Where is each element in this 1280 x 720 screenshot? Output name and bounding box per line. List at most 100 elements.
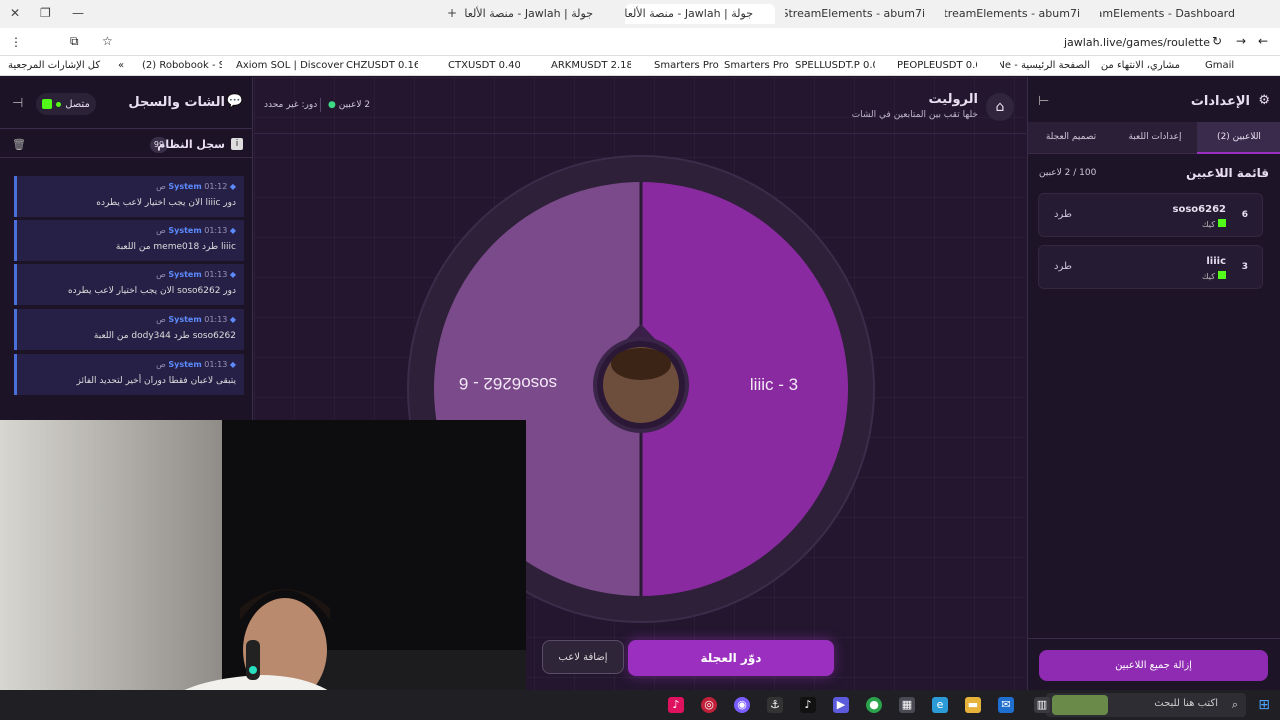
browser-tab-bar: ✕ ❐ — + StreamElements - Dashboard Strea… xyxy=(0,0,1280,28)
tab-streamelements-2[interactable]: StreamElements - abum7i xyxy=(785,4,925,24)
collapse-settings-icon[interactable]: ⊢ xyxy=(1038,94,1049,109)
chat-title: الشات والسجل xyxy=(128,95,225,110)
messenger-icon[interactable]: ◉ xyxy=(734,697,750,713)
message-text: دور liiic الان يجب اختيار لاعب يطرده xyxy=(96,198,236,208)
spin-wheel-button[interactable]: دوّر العجلة xyxy=(628,640,834,676)
players-badge-text: 2 لاعبين xyxy=(338,100,371,110)
webcam-feed-image xyxy=(0,420,526,720)
bookmark-item[interactable]: ARKMUSDT 2.1884... xyxy=(551,59,631,73)
app-icon[interactable]: ▶ xyxy=(833,697,849,713)
remove-all-players-button[interactable]: إزالة جميع اللاعبين xyxy=(1039,650,1268,681)
menu-icon[interactable]: ⋮ xyxy=(10,35,22,49)
taskbar-search[interactable]: ⌕ اكتب هنا للبحث xyxy=(1046,693,1246,717)
collapse-panel-icon[interactable]: ⊣ xyxy=(12,96,23,111)
platform-label: كيك xyxy=(1202,220,1215,229)
bookmark-item[interactable]: الصفحة الرئيسية - Ne... xyxy=(1000,59,1090,73)
file-explorer-icon[interactable]: ▬ xyxy=(965,697,981,713)
tab-streamelements-dashboard[interactable]: StreamElements - Dashboard xyxy=(1100,4,1235,24)
task-view-icon[interactable]: ▥ xyxy=(1034,697,1050,713)
tab-streamelements-1[interactable]: StreamElements - abum7i xyxy=(945,4,1080,24)
bookmark-item[interactable]: Smarters Pro xyxy=(654,59,719,73)
kick-player-button[interactable]: طرد xyxy=(1054,209,1072,220)
message-sender: System xyxy=(168,270,202,279)
extensions-icon[interactable]: ⧉ xyxy=(70,34,79,49)
close-window-icon[interactable]: ✕ xyxy=(10,6,20,20)
players-count: 100 / 2 لاعبين xyxy=(1039,168,1097,178)
tab-label: StreamElements - abum7i xyxy=(785,7,925,20)
tab-jawlah[interactable]: جولة | Jawlah - منصة الألعاب الت xyxy=(465,4,615,24)
divider xyxy=(320,98,321,112)
bookmark-item[interactable]: مشاري، الانتهاء من إع... xyxy=(1100,59,1180,73)
kick-icon xyxy=(42,99,53,109)
tiktok-live-icon[interactable]: ♪ xyxy=(668,697,684,713)
divider xyxy=(1027,638,1280,639)
store-icon[interactable]: ▦ xyxy=(899,697,915,713)
chevron-left-icon[interactable]: « xyxy=(118,59,124,73)
outlook-icon[interactable]: ✉ xyxy=(998,697,1014,713)
bookmark-item[interactable]: Gmail xyxy=(1205,59,1234,73)
platform-label: كيك xyxy=(1202,272,1215,281)
chrome-icon[interactable]: ● xyxy=(866,697,882,713)
bookmark-item[interactable]: PEOPLEUSDT 0.035... xyxy=(897,59,977,73)
anchor-icon[interactable]: ⚓ xyxy=(767,697,783,713)
bookmark-item[interactable]: CHZUSDT 0.16062... xyxy=(346,59,418,73)
gear-icon: ⚙ xyxy=(1258,93,1270,108)
connection-status-badge: متصل xyxy=(36,93,96,115)
forward-icon[interactable]: → xyxy=(1236,34,1246,48)
bookmark-item[interactable]: SPELLUSDT.P 0.0011... xyxy=(795,59,875,73)
player-platform: كيك xyxy=(1202,271,1226,281)
message-sender: System xyxy=(168,182,202,191)
log-header: 🗑 99 سجل النظام i xyxy=(0,132,253,158)
bookmark-item[interactable]: كل الإشارات المرجعية xyxy=(8,59,100,73)
minimize-window-icon[interactable]: — xyxy=(72,6,84,20)
edge-icon[interactable]: e xyxy=(932,697,948,713)
message-text: soso6262 طرد dody344 من اللعبة xyxy=(93,331,236,341)
log-message: ◆ System 01:13 ص liiic طرد meme018 من ال… xyxy=(14,220,244,261)
game-subtitle: خلها تقب بين المتابعين في الشات xyxy=(851,110,978,120)
reload-icon[interactable]: ↻ xyxy=(1212,34,1222,48)
message-sender: System xyxy=(168,315,202,324)
tiktok-icon[interactable]: ♪ xyxy=(800,697,816,713)
message-sender: System xyxy=(168,360,202,369)
player-rank: 6 xyxy=(1241,210,1248,220)
bookmark-star-icon[interactable]: ☆ xyxy=(102,34,113,48)
tab-label: جولة | Jawlah - منصة الألعاب الت xyxy=(625,7,753,20)
bookmark-item[interactable]: Smarters Pro xyxy=(724,59,789,73)
search-highlight-image xyxy=(1052,695,1108,715)
info-icon: i xyxy=(231,138,243,150)
back-icon[interactable]: ← xyxy=(1258,34,1268,48)
trash-icon[interactable]: 🗑 xyxy=(12,138,26,151)
url-text[interactable]: jawlah.live/games/roulette xyxy=(1064,36,1210,49)
log-message: ◆ System 01:13 ص soso6262 طرد dody344 من… xyxy=(14,309,244,350)
bookmark-item[interactable]: Axiom SOL | Discover xyxy=(236,59,344,73)
game-header: دور: غير محدد 2 لاعبين ● الروليت خلها تق… xyxy=(254,77,1026,134)
home-icon[interactable]: ⌂ xyxy=(986,93,1014,121)
kick-player-button[interactable]: طرد xyxy=(1054,261,1072,272)
windows-start-icon[interactable]: ⊞ xyxy=(1258,697,1270,713)
tab-label: StreamElements - abum7i xyxy=(945,7,1080,20)
search-icon: ⌕ xyxy=(1231,698,1238,711)
add-player-button[interactable]: إضافة لاعب xyxy=(542,640,624,674)
kick-icon xyxy=(1218,219,1226,227)
tab-game-settings[interactable]: إعدادات اللعبة xyxy=(1113,122,1197,154)
bookmark-item[interactable]: (2) Robobook - Sear... xyxy=(142,59,222,73)
settings-tabs: اللاعبين (2) إعدادات اللعبة تصميم العجلة xyxy=(1028,122,1280,154)
windows-taskbar: ⊞ ⌕ اكتب هنا للبحث ▥ ✉ ▬ e ▦ ● ▶ ♪ ⚓ ◉ ◎… xyxy=(0,690,1280,720)
log-message: ◆ System 01:12 ص دور liiic الان يجب اختي… xyxy=(14,176,244,217)
player-row: 3 liiic كيك طرد xyxy=(1038,245,1263,289)
status-text: متصل xyxy=(65,98,90,110)
bookmark-item[interactable]: CTXUSDT 0.4069... xyxy=(448,59,520,73)
message-text: يتبقى لاعبان فقطا دوران أخير لتحديد الفا… xyxy=(76,376,237,386)
chat-icon: 💬 xyxy=(226,94,243,109)
restore-window-icon[interactable]: ❐ xyxy=(40,6,51,20)
player-name: soso6262 xyxy=(1172,204,1226,215)
log-message: ◆ System 01:13 ص دور soso6262 الان يجب ا… xyxy=(14,264,244,305)
kick-icon xyxy=(1218,271,1226,279)
tab-players[interactable]: اللاعبين (2) xyxy=(1197,122,1280,154)
tab-jawlah-active[interactable]: جولة | Jawlah - منصة الألعاب الت xyxy=(625,4,775,24)
new-tab-icon[interactable]: + xyxy=(447,6,457,20)
message-text: liiic طرد meme018 من اللعبة xyxy=(115,242,236,252)
app-icon[interactable]: ◎ xyxy=(701,697,717,713)
player-name: liiic xyxy=(1206,256,1226,267)
tab-wheel-design[interactable]: تصميم العجلة xyxy=(1029,122,1113,154)
